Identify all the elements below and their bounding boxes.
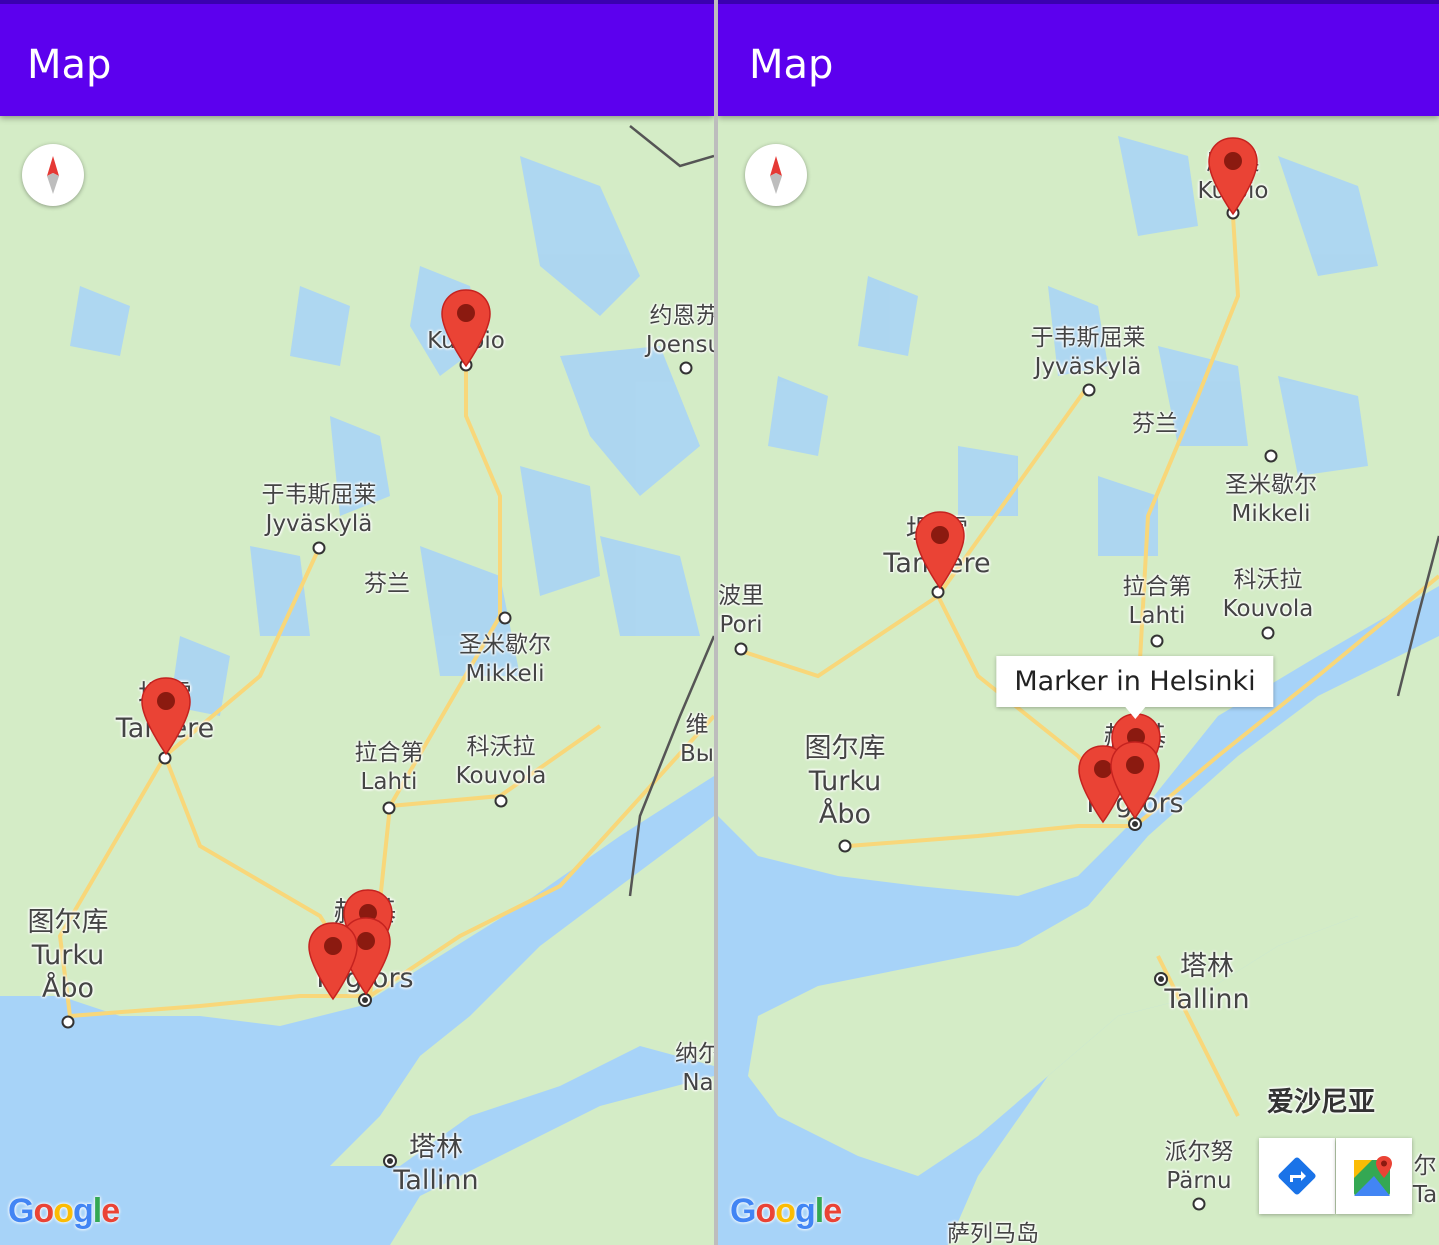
city-dot-kouvola [1261,626,1275,640]
city-label-tartu: 尔 Ta [1412,1153,1438,1208]
directions-button[interactable] [1259,1138,1335,1214]
compass-needle-icon [770,156,782,194]
city-dot-parnu [1192,1197,1206,1211]
city-label-kouvola: 科沃拉 Kouvola [1222,567,1314,622]
city-dot-mikkeli [498,611,512,625]
city-dot-lahti [382,801,396,815]
app-bar: Map [0,0,714,116]
city-label-jyvaskyla: 于韦斯屈莱 Jyväskylä [261,482,377,537]
city-label-joensuu: 约恩苏Joensu [645,303,714,358]
city-label-jyvaskyla: 于韦斯屈莱 Jyväskylä [1030,325,1146,380]
map-marker-kuopio[interactable] [440,288,492,368]
app-title: Map [749,42,834,88]
city-dot-joensuu [679,361,693,375]
right-screen: Map Ku pio 于韦斯屈莱 Jyväskylä 芬兰 圣米歇尔 Mikke… [718,0,1439,1245]
google-maps-icon [1354,1156,1392,1196]
city-dot-lahti [1150,634,1164,648]
city-label-tallinn: 塔林 Tallinn [393,1132,479,1196]
city-label-vyborg: 维 Вы [680,712,714,767]
open-in-maps-button[interactable] [1336,1138,1412,1214]
city-label-narva: 纳尔 Na [675,1041,714,1096]
city-dot-pori [734,642,748,656]
city-dot-turku [61,1015,75,1029]
google-logo: Google [730,1192,842,1230]
map-marker-tampere[interactable] [914,510,966,590]
city-label-mikkeli: 圣米歇尔 Mikkeli [1225,472,1317,527]
city-dot-turku [838,839,852,853]
compass-button[interactable] [22,144,84,206]
city-label-turku: 图尔库 Turku Åbo [27,907,109,1004]
city-label-pori: 波里 Pori [718,583,764,638]
city-label-lahti: 拉合第 Lahti [354,740,424,795]
map-marker-helsinki-2[interactable] [1109,740,1161,820]
compass-needle-icon [47,156,59,194]
city-label-lahti: 拉合第 Lahti [1122,574,1192,629]
google-logo: Google [8,1192,120,1230]
app-title: Map [27,42,112,88]
country-label-estonia: 爱沙尼亚 [1267,1087,1375,1118]
map-marker-tampere[interactable] [140,676,192,756]
city-dot-jyvaskyla [312,541,326,555]
map-view[interactable]: 库奥Kuopio 约恩苏Joensu 于韦斯屈莱Jyväskylä 芬兰 圣米歇… [0,116,714,1245]
map-marker-helsinki-3[interactable] [307,921,359,1001]
city-label-mikkeli: 圣米歇尔 Mikkeli [459,632,551,687]
city-dot-kouvola [494,794,508,808]
country-label-finland: 芬兰 [364,571,410,597]
marker-info-window[interactable]: Marker in Helsinki [996,656,1274,719]
city-dot-mikkeli [1264,449,1278,463]
map-view[interactable]: 库 奥Ku pio 于韦斯屈莱Jyväskylä 芬兰 圣米歇尔Mikkeli … [718,116,1439,1245]
map-marker-kuopio[interactable] [1207,136,1259,216]
compass-button[interactable] [745,144,807,206]
left-screen: Map 约恩苏 Joens 于韦斯屈莱 Jyväskylä 芬兰 圣米歇尔 Mi… [0,0,714,1245]
island-label-saaremaa: 萨列马岛 [947,1221,1039,1245]
city-label-parnu: 派尔努 Pärnu [1164,1139,1234,1194]
city-label-turku: 图尔库 Turku Åbo [804,733,886,830]
app-bar: Map [718,0,1439,116]
city-label-tallinn: 塔林 Tallinn [1164,951,1250,1015]
country-label-finland: 芬兰 [1132,411,1178,437]
city-dot-jyvaskyla [1082,383,1096,397]
city-label-kouvola: 科沃拉 Kouvola [455,734,547,789]
map-base [0,116,714,1245]
directions-icon [1278,1157,1316,1195]
